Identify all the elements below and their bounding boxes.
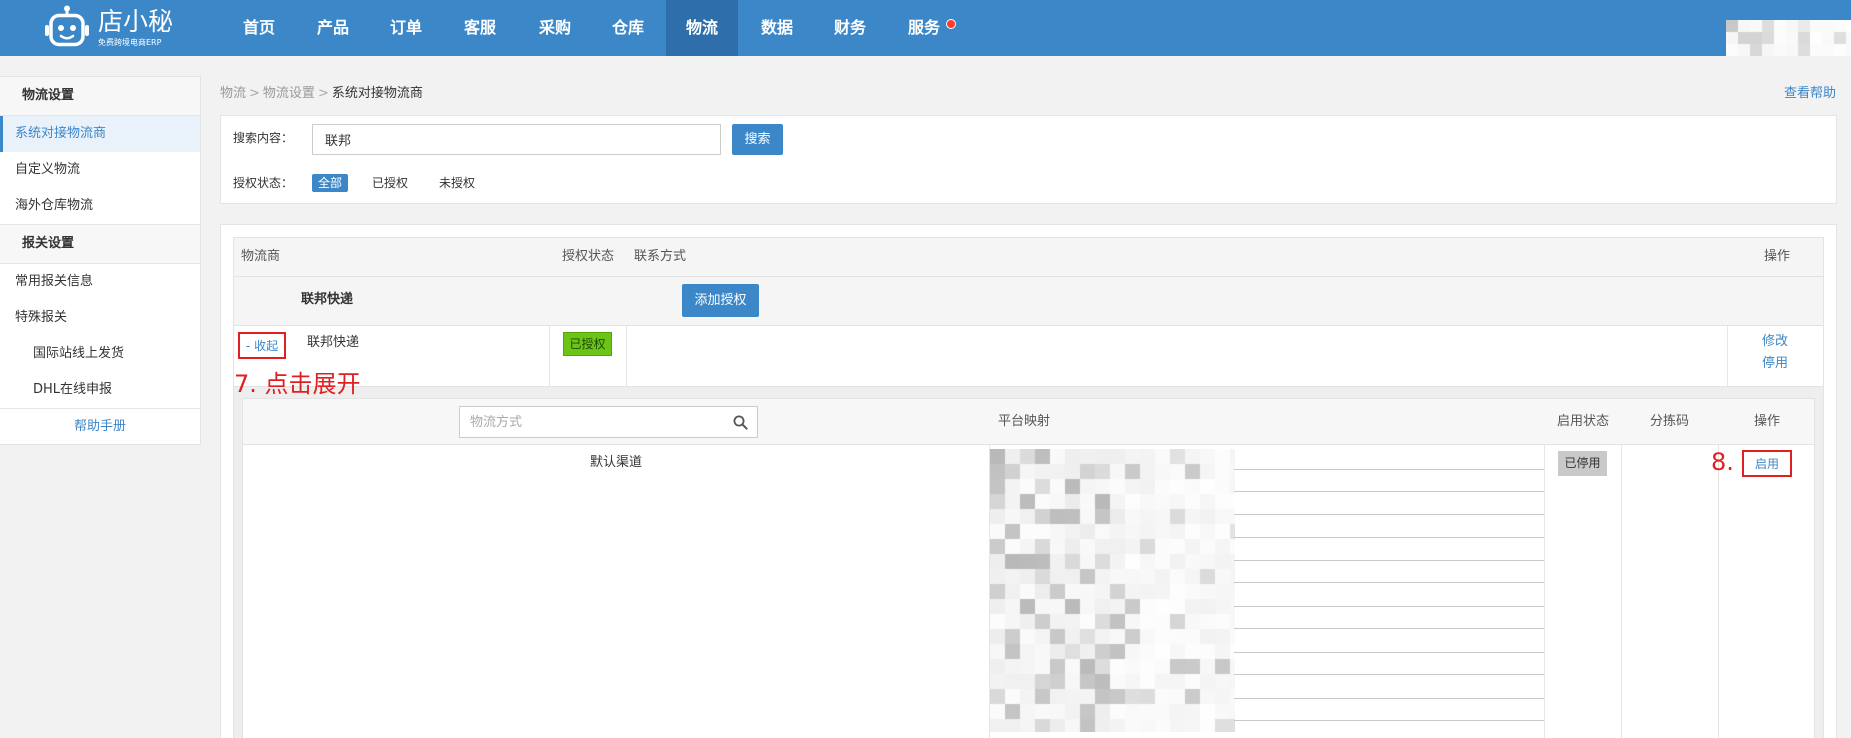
mapping-row-line [1234,698,1544,699]
nav-item-logistics[interactable]: 物流 [666,0,738,56]
brand-logo[interactable]: 店小秘 免费跨境电商ERP [0,0,174,56]
carrier-group-row: 联邦快递 添加授权 [233,277,1824,326]
sidebar-item-common-customs-info[interactable]: 常用报关信息 [0,264,200,300]
redacted-platform-mapping-mosaic [990,449,1235,732]
auth-filter-unauthorized[interactable]: 未授权 [439,174,475,192]
breadcrumb: 物流 > 物流设置 > 系统对接物流商 [220,85,423,103]
mapping-row-line [1234,606,1544,607]
column-header-contact: 联系方式 [634,249,687,264]
sidebar-item-overseas-warehouse-logistics[interactable]: 海外仓库物流 [0,188,200,224]
table-row: - 收起 联邦快递 已授权 修改 停用 [233,326,1824,387]
search-input[interactable] [312,124,721,155]
breadcrumb-separator: > [317,86,329,101]
sidebar-section-logistics-settings: 物流设置 [0,77,200,116]
mapping-row-line [1234,628,1544,629]
sidebar-item-special-customs[interactable]: 特殊报关 [0,300,200,336]
carrier-table: 物流商 授权状态 联系方式 操作 联邦快递 添加授权 - 收起 联邦快递 已授权… [233,237,1824,738]
channel-subtable: 平台映射 启用状态 分拣码 操作 默认渠道 已停用 8. 启用 [242,398,1815,738]
nav-item-products[interactable]: 产品 [297,0,369,56]
account-name: 联邦快递 [307,335,360,350]
user-account-area[interactable] [1726,20,1851,56]
top-nav-bar: 店小秘 免费跨境电商ERP 首页 产品 订单 客服 采购 仓库 物流 数据 财务… [0,0,1851,56]
robot-icon [45,5,89,47]
mapping-row-line [1234,560,1544,561]
authorized-status-badge: 已授权 [563,332,612,356]
search-content-label: 搜索内容： [233,131,294,145]
channel-name: 默认渠道 [589,455,642,470]
column-header-sort-code: 分拣码 [1650,414,1690,429]
column-header-enabled-status: 启用状态 [1557,414,1610,429]
mapping-row-line [1234,491,1544,492]
nav-item-customer-service[interactable]: 客服 [444,0,516,56]
search-icon[interactable] [733,415,748,430]
sidebar-section-customs-settings: 报关设置 [0,224,200,264]
auth-filter-authorized[interactable]: 已授权 [372,174,408,192]
channel-search-input[interactable] [460,407,730,437]
column-header-platform-mapping: 平台映射 [998,414,1051,429]
search-button[interactable]: 搜索 [732,124,783,155]
notification-dot [946,19,956,29]
nav-item-warehouse[interactable]: 仓库 [592,0,664,56]
breadcrumb-separator: > [249,86,260,101]
disabled-status-badge: 已停用 [1558,451,1607,476]
step-7-annotation: 7. 点击展开 [234,370,361,398]
column-divider [1621,445,1622,738]
enable-channel-button[interactable]: 启用 [1742,450,1792,477]
sidebar-item-system-carriers[interactable]: 系统对接物流商 [0,116,200,152]
step-8-annotation: 8. [1711,448,1734,476]
disable-link[interactable]: 停用 [1727,354,1823,374]
mapping-row-line [1234,537,1544,538]
brand-tagline: 免费跨境电商ERP [98,38,162,47]
collapse-toggle-button[interactable]: - 收起 [238,332,286,359]
nav-item-finance[interactable]: 财务 [814,0,886,56]
redacted-user-info-mosaic [1726,20,1851,56]
column-divider [1718,445,1719,738]
mapping-row-line [1234,514,1544,515]
sidebar-help-manual-link[interactable]: 帮助手册 [0,408,200,444]
nav-item-data[interactable]: 数据 [741,0,813,56]
nav-item-home[interactable]: 首页 [223,0,295,56]
column-header-auth-status: 授权状态 [562,249,615,264]
add-authorization-button[interactable]: 添加授权 [682,284,759,317]
nav-item-orders[interactable]: 订单 [370,0,442,56]
view-help-link[interactable]: 查看帮助 [1784,85,1836,103]
channel-row: 默认渠道 已停用 8. 启用 [242,445,1815,738]
breadcrumb-current: 系统对接物流商 [331,86,423,101]
column-header-carrier: 物流商 [241,249,281,264]
channel-subtable-area: 平台映射 启用状态 分拣码 操作 默认渠道 已停用 8. 启用 [233,387,1824,738]
search-panel: 搜索内容： 搜索 授权状态： 全部 已授权 未授权 [220,115,1837,204]
mapping-row-line [1234,469,1544,470]
mapping-row-line [1234,674,1544,675]
table-header-row: 物流商 授权状态 联系方式 操作 [233,237,1824,277]
sidebar-item-custom-logistics[interactable]: 自定义物流 [0,152,200,188]
sidebar-item-dhl-online-declaration[interactable]: DHL在线申报 [0,372,200,408]
sidebar: 物流设置 系统对接物流商 自定义物流 海外仓库物流 报关设置 常用报关信息 特殊… [0,76,201,445]
nav-item-purchasing[interactable]: 采购 [519,0,591,56]
channel-search-box[interactable] [459,406,758,438]
column-divider [549,326,550,386]
auth-filter-all[interactable]: 全部 [312,174,348,192]
column-divider [1544,445,1545,738]
breadcrumb-item-logistics-settings[interactable]: 物流设置 [263,86,315,101]
channel-table-header-row: 平台映射 启用状态 分拣码 操作 [242,398,1815,445]
edit-link[interactable]: 修改 [1727,332,1823,352]
auth-status-filter-label: 授权状态： [233,176,294,190]
carrier-group-name: 联邦快递 [301,292,354,307]
column-header-channel-actions: 操作 [1754,414,1781,429]
mapping-row-line [1234,720,1544,721]
column-divider [626,326,627,386]
breadcrumb-item-logistics[interactable]: 物流 [220,86,246,101]
carrier-table-panel: 物流商 授权状态 联系方式 操作 联邦快递 添加授权 - 收起 联邦快递 已授权… [220,224,1837,738]
mapping-row-line [1234,652,1544,653]
mapping-row-line [1234,582,1544,583]
column-header-actions: 操作 [1764,249,1791,264]
sidebar-item-international-online-shipping[interactable]: 国际站线上发货 [0,336,200,372]
brand-name: 店小秘 [98,7,174,36]
